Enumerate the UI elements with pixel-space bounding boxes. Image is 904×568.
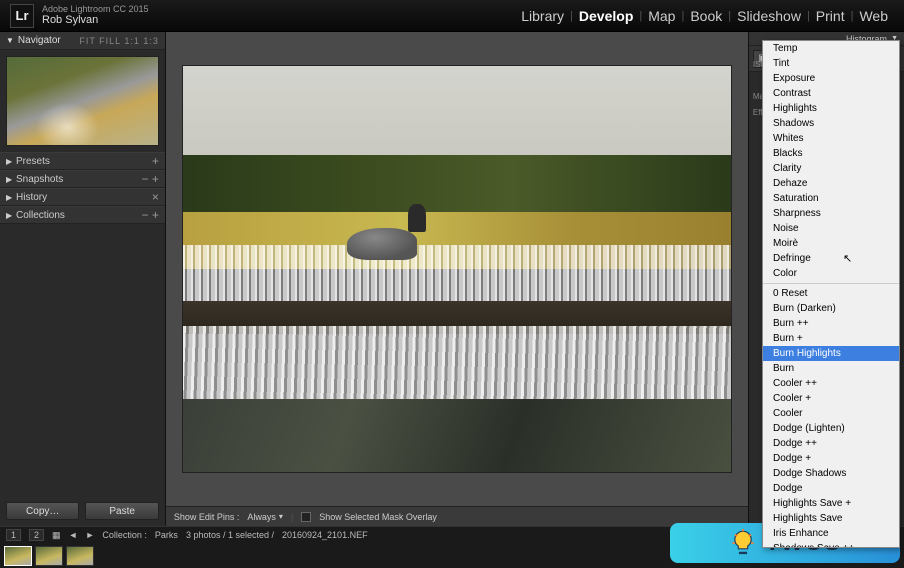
menu-item[interactable]: Exposure xyxy=(763,71,899,86)
copy-paste-row: Copy… Paste xyxy=(0,496,165,526)
menu-item[interactable]: Dodge + xyxy=(763,451,899,466)
chevron-right-icon: ▶ xyxy=(6,211,16,220)
menu-item[interactable]: Cooler + xyxy=(763,391,899,406)
filename: 20160924_2101.NEF xyxy=(282,530,368,540)
module-library[interactable]: Library xyxy=(515,8,570,24)
center-column: Show Edit Pins : Always | Show Selected … xyxy=(166,32,748,526)
panel-snapshots[interactable]: ▶ Snapshots − + xyxy=(0,170,165,188)
photo-preview xyxy=(182,65,732,473)
chevron-right-icon: ▶ xyxy=(6,175,16,184)
view-secondary[interactable]: 2 xyxy=(29,529,44,541)
nav-back-icon[interactable]: ◄ xyxy=(69,530,78,540)
menu-item[interactable]: Dehaze xyxy=(763,176,899,191)
menu-item[interactable]: Tint xyxy=(763,56,899,71)
menu-item[interactable]: Burn (Darken) xyxy=(763,301,899,316)
menu-item[interactable]: Dodge Shadows xyxy=(763,466,899,481)
panel-label: Presets xyxy=(16,156,50,167)
menu-item[interactable]: Burn ++ xyxy=(763,316,899,331)
user-name: Rob Sylvan xyxy=(42,14,149,26)
view-primary[interactable]: 1 xyxy=(6,529,21,541)
navigator-header[interactable]: ▼ Navigator FIT FILL 1:1 1:3 xyxy=(0,32,165,50)
menu-item[interactable]: Highlights xyxy=(763,101,899,116)
navigator-zoom-modes[interactable]: FIT FILL 1:1 1:3 xyxy=(79,36,159,46)
menu-item[interactable]: Whites xyxy=(763,131,899,146)
menu-item[interactable]: Moirè xyxy=(763,236,899,251)
lightbulb-icon xyxy=(729,529,757,557)
panel-buttons[interactable]: − + xyxy=(142,172,159,186)
center-toolbar: Show Edit Pins : Always | Show Selected … xyxy=(166,506,748,526)
panel-label: Snapshots xyxy=(16,174,63,185)
app-name: Adobe Lightroom CC 2015 xyxy=(42,5,149,15)
show-pins-label: Show Edit Pins : xyxy=(174,512,240,522)
menu-item[interactable]: Cooler ++ xyxy=(763,376,899,391)
show-pins-dropdown[interactable]: Always xyxy=(247,512,283,522)
menu-item[interactable]: Saturation xyxy=(763,191,899,206)
module-picker: Library| Develop| Map| Book| Slideshow| … xyxy=(515,8,894,24)
panel-collections[interactable]: ▶ Collections − + xyxy=(0,206,165,224)
module-map[interactable]: Map xyxy=(642,8,681,24)
mask-overlay-label: Show Selected Mask Overlay xyxy=(319,512,437,522)
panel-clear-icon[interactable]: × xyxy=(152,190,159,204)
mask-overlay-checkbox[interactable] xyxy=(301,512,311,522)
menu-item[interactable]: Highlights Save + xyxy=(763,496,899,511)
selection-status: 3 photos / 1 selected / xyxy=(186,530,274,540)
module-print[interactable]: Print xyxy=(810,8,851,24)
collection-name[interactable]: Parks xyxy=(155,530,178,540)
chevron-down-icon: ▼ xyxy=(6,36,14,45)
menu-item[interactable]: Burn Highlights xyxy=(763,346,899,361)
panel-presets[interactable]: ▶ Presets + xyxy=(0,152,165,170)
loupe-view[interactable] xyxy=(166,32,748,506)
chevron-right-icon: ▶ xyxy=(6,193,16,202)
title-bar: Lr Adobe Lightroom CC 2015 Rob Sylvan Li… xyxy=(0,0,904,32)
menu-item[interactable]: Sharpness xyxy=(763,206,899,221)
nav-fwd-icon[interactable]: ► xyxy=(85,530,94,540)
copy-button[interactable]: Copy… xyxy=(6,502,79,520)
panel-add-icon[interactable]: + xyxy=(152,154,159,168)
navigator-preview[interactable] xyxy=(6,56,159,146)
menu-item[interactable]: Shadows Save ++ xyxy=(763,541,899,548)
menu-item[interactable]: 0 Reset xyxy=(763,286,899,301)
module-develop[interactable]: Develop xyxy=(573,8,639,24)
filmstrip-thumb[interactable] xyxy=(4,546,32,566)
filmstrip-thumb[interactable] xyxy=(66,546,94,566)
app-info: Adobe Lightroom CC 2015 Rob Sylvan xyxy=(42,5,149,27)
module-book[interactable]: Book xyxy=(684,8,728,24)
menu-item[interactable]: Dodge xyxy=(763,481,899,496)
menu-item[interactable]: Dodge (Lighten) xyxy=(763,421,899,436)
left-panels: ▼ Navigator FIT FILL 1:1 1:3 ▶ Presets +… xyxy=(0,32,166,526)
menu-item[interactable]: Iris Enhance xyxy=(763,526,899,541)
menu-item[interactable]: Temp xyxy=(763,41,899,56)
menu-item[interactable]: Cooler xyxy=(763,406,899,421)
chevron-right-icon: ▶ xyxy=(6,157,16,166)
menu-item[interactable]: Blacks xyxy=(763,146,899,161)
menu-item[interactable]: Dodge ++ xyxy=(763,436,899,451)
panel-history[interactable]: ▶ History × xyxy=(0,188,165,206)
filmstrip-thumb[interactable] xyxy=(35,546,63,566)
grid-icon[interactable]: ▦ xyxy=(52,530,61,541)
menu-item[interactable]: Highlights Save xyxy=(763,511,899,526)
module-slideshow[interactable]: Slideshow xyxy=(731,8,807,24)
menu-item[interactable]: Shadows xyxy=(763,116,899,131)
collection-label: Collection : xyxy=(102,530,147,540)
module-web[interactable]: Web xyxy=(853,8,894,24)
panel-label: History xyxy=(16,192,47,203)
paste-button[interactable]: Paste xyxy=(85,502,158,520)
menu-item[interactable]: Clarity xyxy=(763,161,899,176)
navigator-label: Navigator xyxy=(18,35,61,46)
adjustment-preset-menu[interactable]: ↖ TempTintExposureContrastHighlightsShad… xyxy=(762,40,900,548)
menu-item[interactable]: Burn xyxy=(763,361,899,376)
menu-item[interactable]: Noise xyxy=(763,221,899,236)
panel-buttons[interactable]: − + xyxy=(142,208,159,222)
menu-item[interactable]: Burn + xyxy=(763,331,899,346)
menu-item[interactable]: Color xyxy=(763,266,899,281)
app-logo: Lr xyxy=(10,4,34,28)
menu-item[interactable]: Defringe xyxy=(763,251,899,266)
menu-item[interactable]: Contrast xyxy=(763,86,899,101)
panel-label: Collections xyxy=(16,210,65,221)
